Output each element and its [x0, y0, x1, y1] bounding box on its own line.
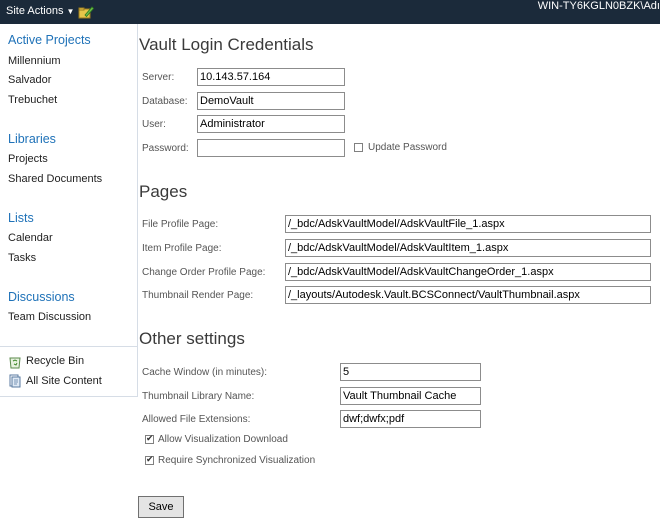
nav-item-trebuchet[interactable]: Trebuchet [8, 94, 57, 106]
all-site-content-icon [9, 374, 21, 388]
require-sync-checkbox[interactable] [145, 454, 154, 465]
top-bar: Site Actions ▼ WIN-TY6KGLN0BZK\Adı [0, 0, 660, 24]
database-label: Database: [142, 96, 188, 107]
password-label: Password: [142, 143, 189, 154]
nav-heading-libraries[interactable]: Libraries [8, 132, 56, 146]
change-order-input[interactable]: /_bdc/AdskVaultModel/AdskVaultChangeOrde… [285, 263, 651, 281]
allowed-extensions-label: Allowed File Extensions: [142, 414, 251, 425]
nav-item-team-discussion[interactable]: Team Discussion [8, 311, 91, 323]
vault-credentials-heading: Vault Login Credentials [139, 35, 314, 54]
quick-launch: Active Projects Millennium Salvador Treb… [0, 24, 138, 397]
thumbnail-render-input[interactable]: /_layouts/Autodesk.Vault.BCSConnect/Vaul… [285, 286, 651, 304]
edit-page-icon[interactable] [78, 4, 94, 20]
nav-heading-discussions[interactable]: Discussions [8, 290, 75, 304]
user-label: User: [142, 119, 166, 130]
require-sync-label: Require Synchronized Visualization [158, 455, 316, 466]
nav-item-shared-documents[interactable]: Shared Documents [8, 173, 102, 185]
site-actions-menu[interactable]: Site Actions ▼ [6, 5, 74, 17]
nav-item-recycle-bin[interactable]: Recycle Bin [26, 355, 84, 367]
cache-window-input[interactable]: 5 [340, 363, 481, 381]
item-profile-label: Item Profile Page: [142, 243, 222, 254]
save-button[interactable]: Save [138, 496, 184, 518]
site-actions-label: Site Actions [6, 5, 64, 17]
item-profile-input[interactable]: /_bdc/AdskVaultModel/AdskVaultItem_1.asp… [285, 239, 651, 257]
password-input[interactable] [197, 139, 345, 157]
nav-item-projects[interactable]: Projects [8, 153, 48, 165]
nav-item-calendar[interactable]: Calendar [8, 232, 53, 244]
update-password-label: Update Password [368, 142, 447, 153]
server-name: WIN-TY6KGLN0BZK\Adı [537, 0, 660, 12]
allowed-extensions-input[interactable]: dwf;dwfx;pdf [340, 410, 481, 428]
thumbnail-render-label: Thumbnail Render Page: [142, 290, 254, 301]
thumbnail-library-input[interactable]: Vault Thumbnail Cache [340, 387, 481, 405]
nav-item-salvador[interactable]: Salvador [8, 74, 51, 86]
thumbnail-library-label: Thumbnail Library Name: [142, 391, 255, 402]
allow-visualization-label: Allow Visualization Download [158, 434, 288, 445]
nav-item-all-site-content[interactable]: All Site Content [26, 375, 102, 387]
nav-item-tasks[interactable]: Tasks [8, 252, 36, 264]
other-settings-heading: Other settings [139, 329, 245, 348]
allow-visualization-checkbox[interactable] [145, 433, 154, 444]
server-input[interactable]: 10.143.57.164 [197, 68, 345, 86]
nav-item-millennium[interactable]: Millennium [8, 55, 61, 67]
nav-divider [0, 346, 137, 347]
change-order-label: Change Order Profile Page: [142, 267, 266, 278]
recycle-bin-icon [9, 357, 21, 369]
update-password-checkbox[interactable] [354, 143, 363, 152]
database-input[interactable]: DemoVault [197, 92, 345, 110]
server-label: Server: [142, 72, 175, 83]
pages-heading: Pages [139, 182, 188, 201]
cache-window-label: Cache Window (in minutes): [142, 367, 268, 378]
caret-down-icon: ▼ [66, 7, 75, 16]
file-profile-input[interactable]: /_bdc/AdskVaultModel/AdskVaultFile_1.asp… [285, 215, 651, 233]
user-input[interactable]: Administrator [197, 115, 345, 133]
nav-heading-lists[interactable]: Lists [8, 211, 34, 225]
nav-heading-active-projects[interactable]: Active Projects [8, 33, 91, 47]
file-profile-label: File Profile Page: [142, 219, 219, 230]
